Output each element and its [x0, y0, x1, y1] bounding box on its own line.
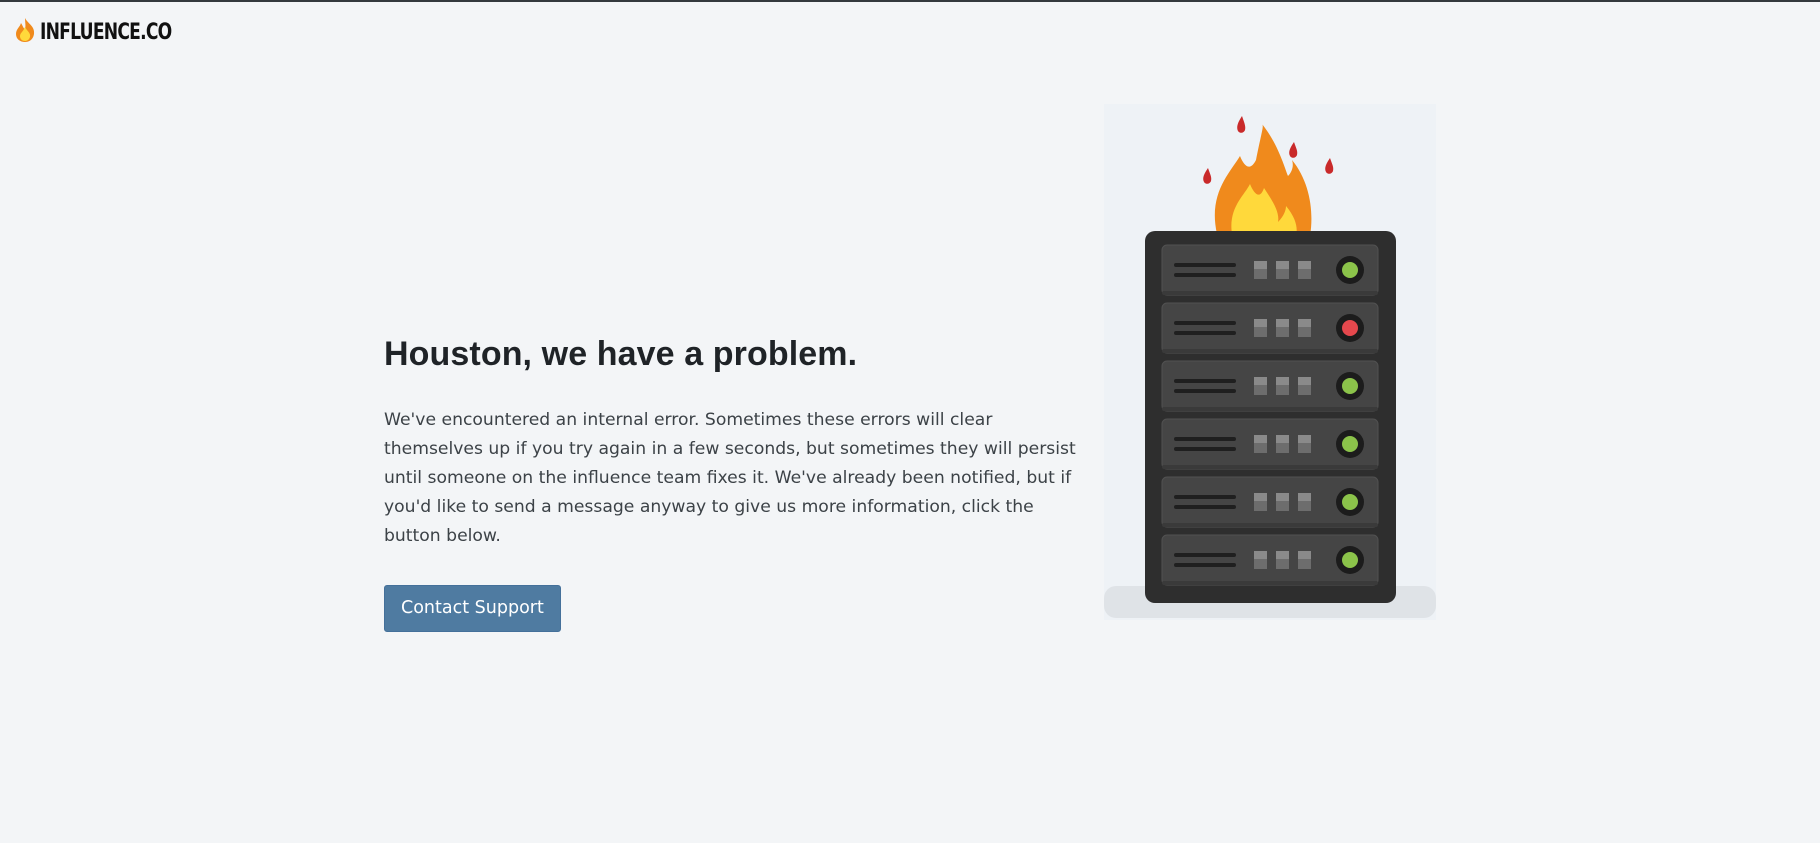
server-unit — [1161, 244, 1379, 296]
error-message: We've encountered an internal error. Som… — [384, 410, 1076, 546]
site-logo[interactable]: INFLUENCE.CO — [13, 16, 209, 48]
status-light-green — [1342, 552, 1358, 568]
server-unit — [1161, 302, 1379, 354]
server-unit — [1161, 418, 1379, 470]
server-unit — [1161, 360, 1379, 412]
status-light-green — [1342, 262, 1358, 278]
error-content: Houston, we have a problem. We've encoun… — [384, 332, 1084, 632]
fire-icon — [13, 17, 37, 48]
status-light-red — [1342, 320, 1358, 336]
status-light-green — [1342, 378, 1358, 394]
page-title: Houston, we have a problem. — [384, 335, 858, 373]
contact-support-button[interactable]: Contact Support — [384, 585, 561, 632]
server-unit — [1161, 476, 1379, 528]
logo-text: INFLUENCE.CO — [40, 19, 172, 45]
server-on-fire-icon — [1104, 104, 1436, 620]
status-light-green — [1342, 436, 1358, 452]
status-light-green — [1342, 494, 1358, 510]
server-unit — [1161, 534, 1379, 586]
